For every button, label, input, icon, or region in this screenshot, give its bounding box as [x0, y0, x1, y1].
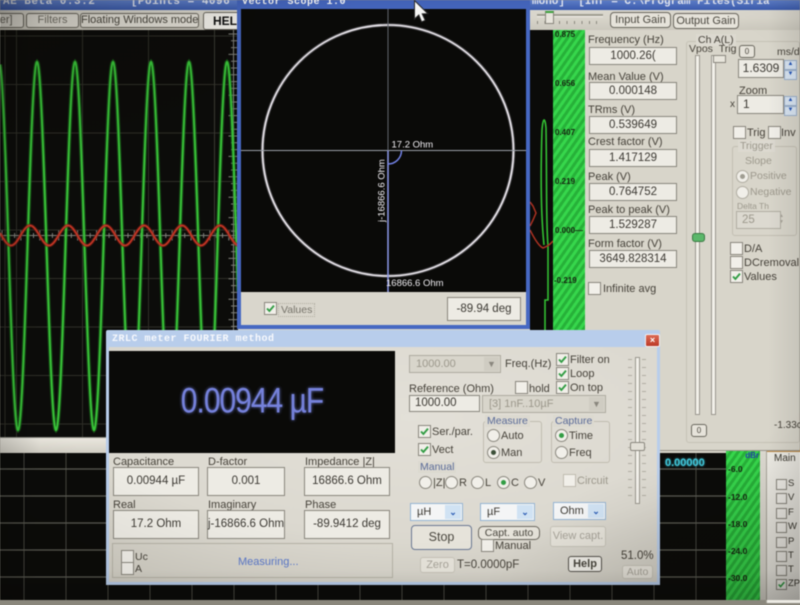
svg-text:17.2 Ohm: 17.2 Ohm — [392, 140, 434, 151]
svg-text:16866.6 Ohm: 16866.6 Ohm — [386, 278, 444, 289]
svg-text:j-16866.6 Ohm: j-16866.6 Ohm — [377, 159, 388, 223]
